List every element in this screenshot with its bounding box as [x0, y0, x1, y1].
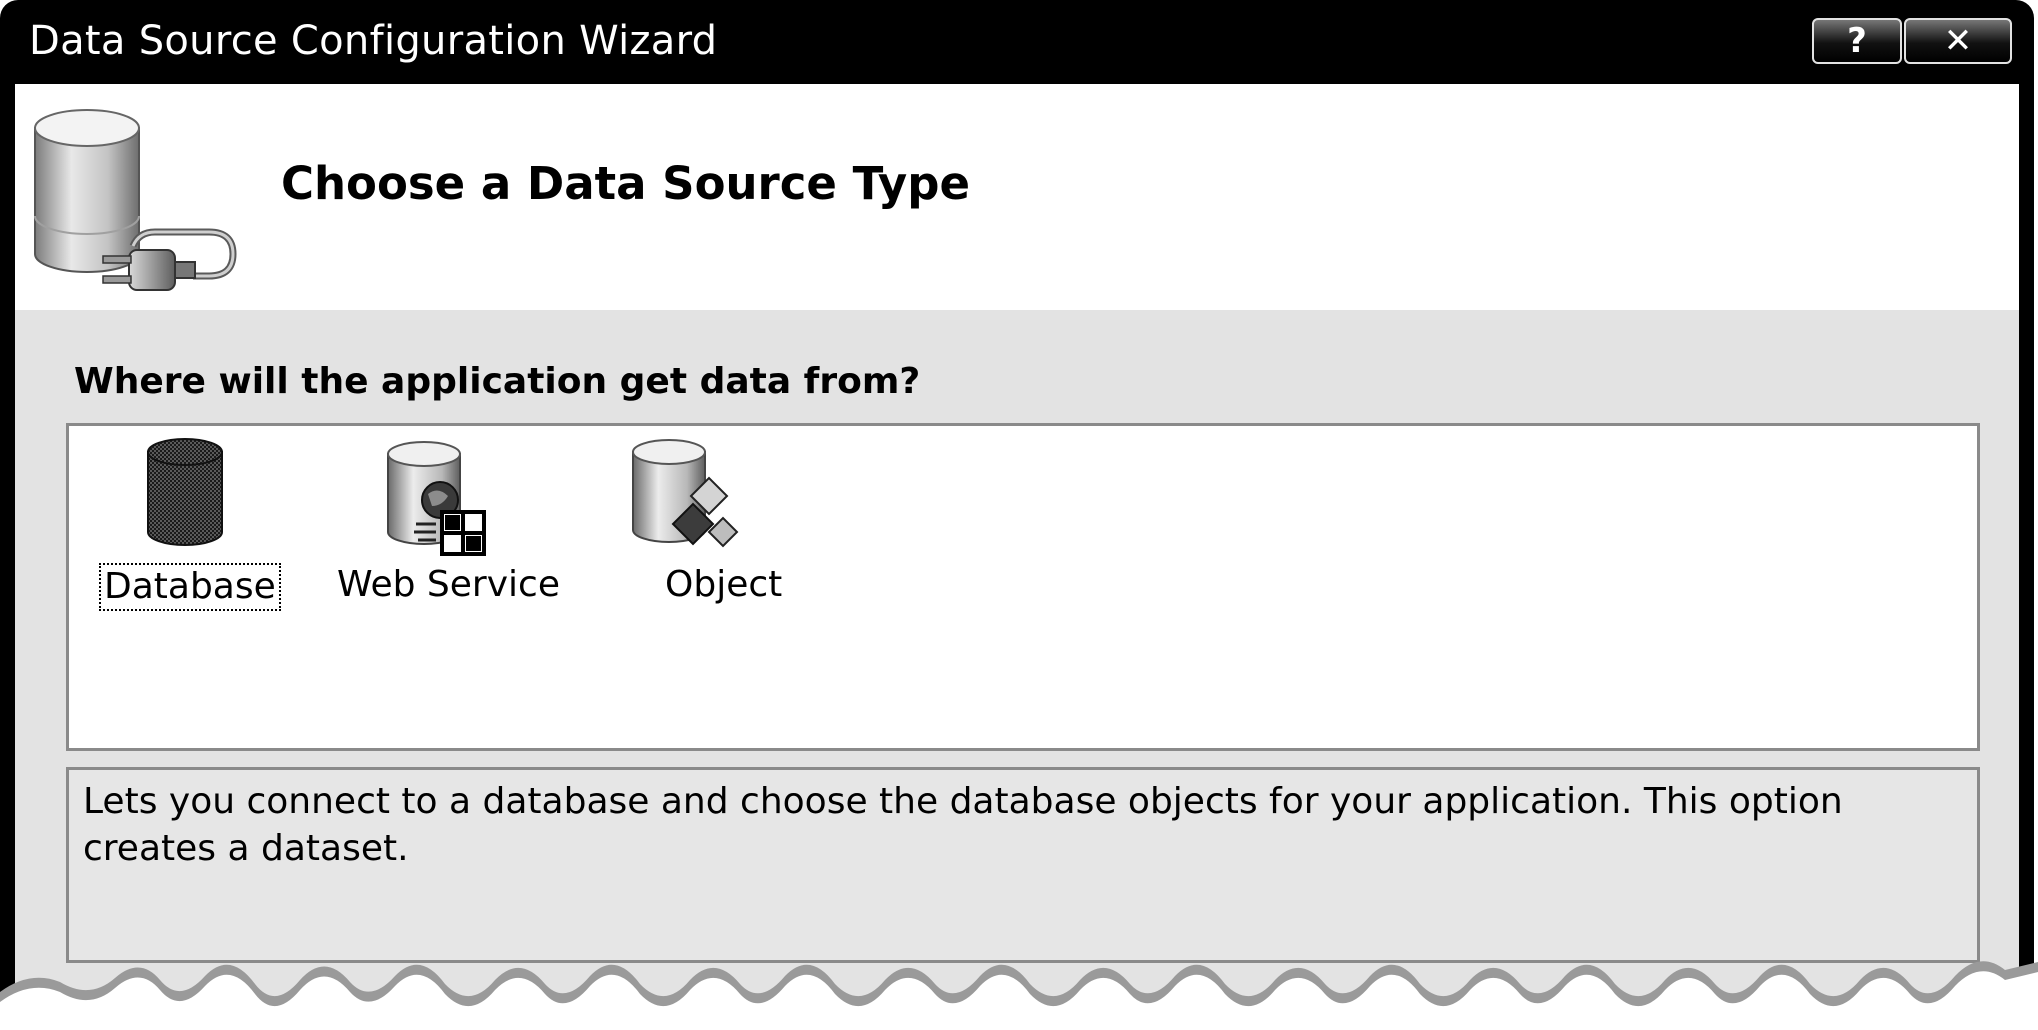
data-source-list[interactable]: Database Web Service Object	[66, 423, 1980, 751]
help-icon: ?	[1847, 21, 1867, 61]
source-prompt-label: Where will the application get data from…	[74, 361, 921, 402]
help-button[interactable]: ?	[1812, 18, 1902, 64]
description-panel: Lets you connect to a database and choos…	[66, 767, 1980, 963]
wizard-client-area: Choose a Data Source Type Where will the…	[15, 84, 2019, 1030]
close-icon: ✕	[1943, 21, 1973, 61]
description-text: Lets you connect to a database and choos…	[83, 781, 1843, 869]
close-button[interactable]: ✕	[1904, 18, 2012, 64]
wizard-header: Choose a Data Source Type	[15, 84, 2019, 310]
list-item-label: Object	[665, 564, 783, 605]
wizard-window: Data Source Configuration Wizard ? ✕ Cho…	[0, 0, 2034, 1030]
list-item-label: Database	[99, 563, 281, 611]
screenshot: Data Source Configuration Wizard ? ✕ Cho…	[0, 0, 2038, 1030]
list-item-web-service[interactable]: Web Service	[337, 426, 560, 626]
title-bar[interactable]: Data Source Configuration Wizard ? ✕	[0, 0, 2034, 84]
torn-paper-edge	[0, 961, 2038, 1030]
list-item-database[interactable]: Database	[95, 426, 285, 626]
page-title: Choose a Data Source Type	[281, 157, 970, 210]
list-item-label: Web Service	[337, 564, 560, 605]
database-icon	[147, 438, 223, 546]
database-plug-icon	[34, 109, 237, 291]
list-item-object[interactable]: Object	[589, 426, 789, 626]
web-service-icon	[387, 441, 486, 556]
window-title: Data Source Configuration Wizard	[29, 18, 718, 64]
object-icon	[632, 439, 739, 548]
